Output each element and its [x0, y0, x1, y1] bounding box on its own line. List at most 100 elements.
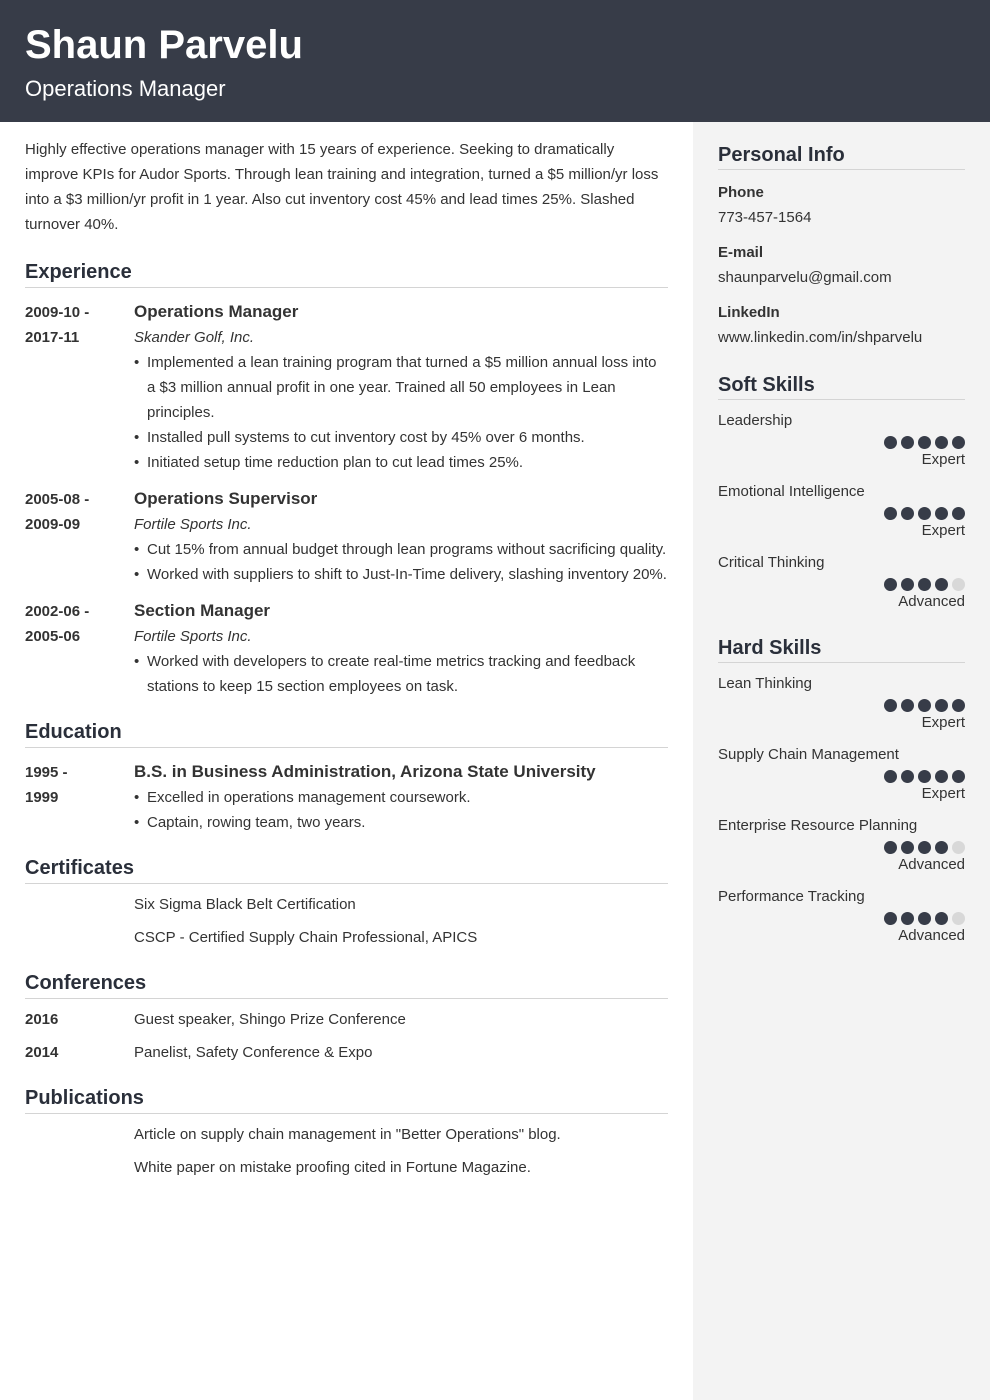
publications-section: Publications Article on supply chain man…	[25, 1085, 668, 1180]
certificate-item: CSCP - Certified Supply Chain Profession…	[25, 925, 668, 950]
rating-dot-filled-icon	[952, 507, 965, 520]
skill-level: Expert	[921, 714, 965, 731]
entry-body: Operations Supervisor Fortile Sports Inc.…	[134, 485, 668, 587]
date-spacer	[25, 1122, 134, 1147]
skill-rating	[718, 912, 965, 925]
job-title: Operations Manager	[134, 302, 299, 321]
candidate-title: Operations Manager	[25, 76, 226, 101]
rating-dot-filled-icon	[901, 507, 914, 520]
skill-name: Lean Thinking	[718, 675, 812, 692]
rating-dot-filled-icon	[952, 699, 965, 712]
rating-dot-filled-icon	[884, 578, 897, 591]
bullet-list: Implemented a lean training program that…	[134, 350, 668, 475]
hard-skills-section: Hard Skills Lean Thinking Expert Supply Ch…	[718, 635, 965, 947]
soft-skills-list: Leadership Expert Emotional Intelligence Ex…	[718, 410, 965, 613]
hard-skills-title: Hard Skills	[718, 635, 965, 663]
company-name: Skander Golf, Inc.	[134, 329, 255, 346]
skill-rating	[718, 578, 965, 591]
rating-dot-filled-icon	[884, 770, 897, 783]
rating-dot-filled-icon	[935, 699, 948, 712]
publication-item: Article on supply chain management in "B…	[25, 1122, 668, 1147]
bullet-item: Implemented a lean training program that…	[134, 350, 668, 425]
rating-dot-filled-icon	[901, 436, 914, 449]
date-range: 2005-08 - 2009-09	[25, 485, 134, 587]
skill-item: Critical Thinking Advanced	[718, 552, 965, 613]
rating-dot-empty-icon	[952, 912, 965, 925]
rating-dot-filled-icon	[901, 699, 914, 712]
publication-item: White paper on mistake proofing cited in…	[25, 1155, 668, 1180]
rating-dot-empty-icon	[952, 578, 965, 591]
publications-title: Publications	[25, 1085, 668, 1114]
date-end: 2009-09	[25, 516, 81, 533]
publication-text: Article on supply chain management in "B…	[134, 1126, 561, 1143]
bullet-list: Cut 15% from annual budget through lean …	[134, 537, 668, 587]
certificates-title: Certificates	[25, 855, 668, 884]
rating-dot-filled-icon	[884, 841, 897, 854]
company-name: Fortile Sports Inc.	[134, 628, 252, 645]
skill-rating	[718, 770, 965, 783]
candidate-name: Shaun Parvelu	[25, 23, 303, 67]
skill-name: Enterprise Resource Planning	[718, 817, 918, 834]
rating-dot-filled-icon	[918, 507, 931, 520]
skill-item: Emotional Intelligence Expert	[718, 481, 965, 542]
date-start: 2009-10 -	[25, 304, 90, 321]
skill-level: Advanced	[898, 593, 965, 610]
skill-rating	[718, 507, 965, 520]
experience-entry: 2009-10 - 2017-11 Operations Manager Skande…	[25, 298, 668, 475]
conferences-list: 2016 Guest speaker, Shingo Prize Conferen…	[25, 1007, 668, 1065]
summary-text: Highly effective operations manager with…	[25, 141, 659, 233]
rating-dot-filled-icon	[935, 912, 948, 925]
bullet-item: Captain, rowing team, two years.	[134, 810, 668, 835]
soft-skills-section: Soft Skills Leadership Expert Emotional In…	[718, 372, 965, 613]
rating-dot-filled-icon	[952, 770, 965, 783]
rating-dot-filled-icon	[918, 770, 931, 783]
conference-item: 2014 Panelist, Safety Conference & Expo	[25, 1040, 668, 1065]
entry-body: B.S. in Business Administration, Arizona…	[134, 758, 668, 835]
phone-value: 773-457-1564	[718, 209, 812, 226]
main-content: Highly effective operations manager with…	[25, 137, 668, 1180]
date-end: 1999	[25, 789, 59, 806]
skill-level: Expert	[921, 451, 965, 468]
info-email: E-mail shaunparvelu@gmail.com	[718, 240, 965, 290]
education-list: 1995 - 1999 B.S. in Business Administratio…	[25, 758, 668, 835]
rating-dot-filled-icon	[935, 436, 948, 449]
certificate-item: Six Sigma Black Belt Certification	[25, 892, 668, 917]
education-entry: 1995 - 1999 B.S. in Business Administratio…	[25, 758, 668, 835]
conference-text: Panelist, Safety Conference & Expo	[134, 1044, 373, 1061]
info-linkedin: LinkedIn www.linkedin.com/in/shparvelu	[718, 300, 965, 350]
skill-name: Critical Thinking	[718, 554, 825, 571]
experience-title: Experience	[25, 259, 668, 288]
date-end: 2005-06	[25, 628, 81, 645]
info-label: LinkedIn	[718, 304, 780, 321]
conference-year: 2016	[25, 1011, 59, 1028]
skill-item: Supply Chain Management Expert	[718, 744, 965, 805]
publications-list: Article on supply chain management in "B…	[25, 1122, 668, 1180]
bullet-item: Cut 15% from annual budget through lean …	[134, 537, 668, 562]
date-range: 2009-10 - 2017-11	[25, 298, 134, 475]
bullet-item: Worked with developers to create real-ti…	[134, 649, 668, 699]
skill-item: Leadership Expert	[718, 410, 965, 471]
bullet-item: Initiated setup time reduction plan to c…	[134, 450, 668, 475]
conferences-section: Conferences 2016 Guest speaker, Shingo Pr…	[25, 970, 668, 1065]
rating-dot-empty-icon	[952, 841, 965, 854]
rating-dot-filled-icon	[935, 770, 948, 783]
certificates-section: Certificates Six Sigma Black Belt Certif…	[25, 855, 668, 950]
skill-rating	[718, 436, 965, 449]
skill-rating	[718, 841, 965, 854]
rating-dot-filled-icon	[918, 912, 931, 925]
experience-entry: 2002-06 - 2005-06 Section Manager Fortile S…	[25, 597, 668, 699]
rating-dot-filled-icon	[952, 436, 965, 449]
skill-item: Enterprise Resource Planning Advanced	[718, 815, 965, 876]
skill-name: Leadership	[718, 412, 793, 429]
job-title: Section Manager	[134, 601, 271, 620]
job-title: Operations Supervisor	[134, 489, 318, 508]
bullet-list: Worked with developers to create real-ti…	[134, 649, 668, 699]
rating-dot-filled-icon	[935, 841, 948, 854]
rating-dot-filled-icon	[901, 912, 914, 925]
company-name: Fortile Sports Inc.	[134, 516, 252, 533]
soft-skills-title: Soft Skills	[718, 372, 965, 400]
rating-dot-filled-icon	[918, 841, 931, 854]
conferences-title: Conferences	[25, 970, 668, 999]
hard-skills-list: Lean Thinking Expert Supply Chain Manageme…	[718, 673, 965, 947]
info-phone: Phone 773-457-1564	[718, 180, 965, 230]
